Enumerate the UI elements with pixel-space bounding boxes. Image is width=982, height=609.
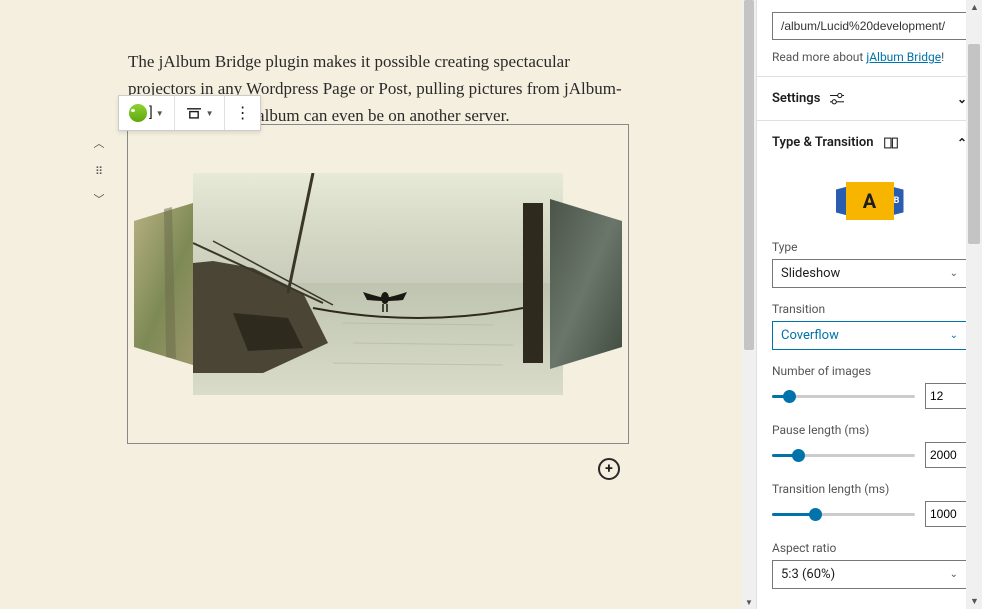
drag-handle[interactable]: ⠿ bbox=[88, 160, 110, 182]
move-up-button[interactable]: ︿ bbox=[88, 132, 110, 154]
aspect-value: 5:3 (60%) bbox=[781, 567, 835, 582]
chevron-down-icon: ⌄ bbox=[950, 268, 958, 279]
panel-type-transition[interactable]: Type & Transition ⌃ bbox=[757, 120, 982, 164]
trans-len-label: Transition length (ms) bbox=[772, 482, 967, 496]
type-select[interactable]: Slideshow ⌄ bbox=[772, 259, 967, 288]
num-images-input[interactable] bbox=[925, 383, 967, 409]
chevron-down-icon: ⌄ bbox=[950, 330, 958, 341]
panel-title: Type & Transition bbox=[772, 135, 874, 150]
pause-slider[interactable] bbox=[772, 454, 915, 457]
chevron-down-icon: ⌄ bbox=[950, 569, 958, 580]
pause-input[interactable] bbox=[925, 442, 967, 468]
panel-type-transition-body: A B Type Slideshow ⌄ Transition Coverflo… bbox=[757, 164, 982, 609]
block-type-button[interactable]: ] ▼ bbox=[119, 96, 175, 130]
transition-value: Coverflow bbox=[781, 328, 839, 343]
add-block-button[interactable]: + bbox=[598, 458, 620, 480]
transition-preview: A B bbox=[772, 164, 967, 240]
editor-scrollbar[interactable]: ▲ ▼ bbox=[742, 0, 756, 609]
preview-main-slide: A bbox=[846, 182, 894, 220]
jalbum-block[interactable] bbox=[127, 124, 629, 444]
slide-center bbox=[193, 173, 563, 395]
panel-title: Settings bbox=[772, 91, 820, 106]
block-mover: ︿ ⠿ ﹀ bbox=[88, 132, 112, 210]
num-images-label: Number of images bbox=[772, 364, 967, 378]
chevron-down-icon: ﹀ bbox=[94, 191, 105, 207]
move-down-button[interactable]: ﹀ bbox=[88, 188, 110, 210]
transition-icon bbox=[882, 136, 900, 150]
window-scrollbar[interactable]: ▲ ▼ bbox=[966, 0, 982, 609]
block-toolbar: ] ▼ ▼ ⋮ bbox=[118, 95, 261, 131]
panel-settings[interactable]: Settings ⌄ bbox=[757, 76, 982, 120]
jalbum-bridge-link[interactable]: jAlbum Bridge bbox=[866, 50, 941, 64]
aspect-select[interactable]: 5:3 (60%) ⌄ bbox=[772, 560, 967, 589]
transition-select[interactable]: Coverflow ⌄ bbox=[772, 321, 967, 350]
scroll-down-icon: ▼ bbox=[745, 598, 753, 607]
bracket-decor: ] bbox=[149, 105, 153, 121]
slide-right bbox=[550, 199, 622, 369]
transition-label: Transition bbox=[772, 302, 967, 316]
settings-sliders-icon bbox=[828, 92, 846, 106]
scroll-thumb[interactable] bbox=[968, 44, 980, 244]
align-center-icon bbox=[185, 106, 203, 120]
album-url-input[interactable] bbox=[772, 12, 967, 40]
editor-canvas: The jAlbum Bridge plugin makes it possib… bbox=[0, 0, 756, 609]
scroll-down-icon: ▼ bbox=[970, 596, 979, 607]
inspector-sidebar: Read more about jAlbum Bridge! Settings … bbox=[756, 0, 982, 609]
plus-icon: + bbox=[605, 461, 613, 477]
chevron-down-icon: ▼ bbox=[206, 109, 214, 118]
slider-thumb[interactable] bbox=[809, 508, 822, 521]
trans-len-input[interactable] bbox=[925, 501, 967, 527]
chevron-down-icon: ▼ bbox=[156, 109, 164, 118]
pause-label: Pause length (ms) bbox=[772, 423, 967, 437]
slider-thumb[interactable] bbox=[792, 449, 805, 462]
type-value: Slideshow bbox=[781, 266, 840, 281]
num-images-slider[interactable] bbox=[772, 395, 915, 398]
aspect-label: Aspect ratio bbox=[772, 541, 967, 555]
trans-len-slider[interactable] bbox=[772, 513, 915, 516]
slider-thumb[interactable] bbox=[783, 390, 796, 403]
jalbum-icon bbox=[129, 104, 147, 122]
drag-icon: ⠿ bbox=[95, 165, 103, 178]
read-more-text: Read more about jAlbum Bridge! bbox=[772, 50, 967, 64]
scroll-thumb[interactable] bbox=[744, 0, 754, 350]
more-options-button[interactable]: ⋮ bbox=[225, 96, 260, 130]
type-label: Type bbox=[772, 240, 967, 254]
more-vertical-icon: ⋮ bbox=[235, 105, 250, 121]
align-button[interactable]: ▼ bbox=[175, 96, 225, 130]
scroll-up-icon: ▲ bbox=[970, 2, 979, 13]
chevron-up-icon: ︿ bbox=[94, 135, 105, 151]
